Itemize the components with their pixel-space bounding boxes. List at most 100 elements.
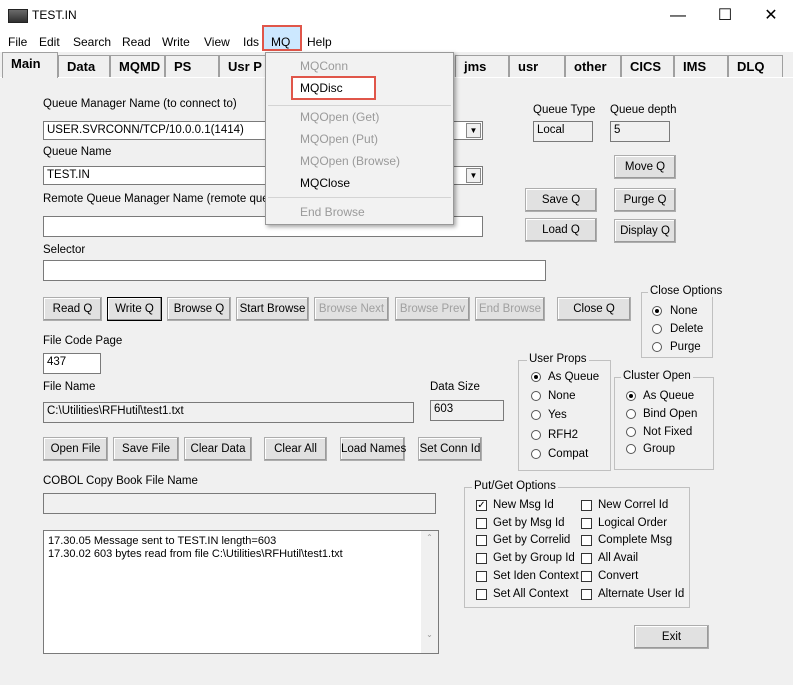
queue-depth-label: Queue depth — [610, 104, 677, 116]
start-browse-button[interactable]: Start Browse — [236, 297, 309, 321]
save-q-button[interactable]: Save Q — [525, 188, 597, 212]
browse-next-button[interactable]: Browse Next — [314, 297, 389, 321]
menu-separator — [268, 105, 451, 106]
tab-data[interactable]: Data — [58, 55, 110, 77]
userprops-yes-label: Yes — [548, 409, 567, 421]
close-purge-radio[interactable] — [652, 342, 662, 352]
maximize-icon[interactable]: ☐ — [702, 4, 748, 28]
cluster-group-radio[interactable] — [626, 444, 636, 454]
logical-order-checkbox[interactable] — [581, 518, 592, 529]
open-file-button[interactable]: Open File — [43, 437, 108, 461]
menu-help[interactable]: Help — [307, 35, 332, 49]
menu-item-mqopen-browse[interactable]: MQOpen (Browse) — [300, 154, 400, 168]
browse-prev-button[interactable]: Browse Prev — [395, 297, 470, 321]
end-browse-button[interactable]: End Browse — [475, 297, 545, 321]
close-delete-radio[interactable] — [652, 324, 662, 334]
tab-cics[interactable]: CICS — [621, 55, 674, 77]
userprops-rfh2-radio[interactable] — [531, 430, 541, 440]
menu-write[interactable]: Write — [162, 35, 190, 49]
save-file-button[interactable]: Save File — [113, 437, 179, 461]
load-q-button[interactable]: Load Q — [525, 218, 597, 242]
new-msg-id-checkbox[interactable]: ✓ — [476, 500, 487, 511]
cluster-bind-open-radio[interactable] — [626, 409, 636, 419]
userprops-as-queue-radio[interactable] — [531, 372, 541, 382]
clear-all-button[interactable]: Clear All — [264, 437, 327, 461]
complete-msg-checkbox[interactable] — [581, 535, 592, 546]
file-code-page-label: File Code Page — [43, 335, 123, 347]
minimize-icon[interactable]: — — [655, 4, 701, 28]
browse-q-button[interactable]: Browse Q — [167, 297, 231, 321]
set-conn-id-button[interactable]: Set Conn Id — [418, 437, 482, 461]
tab-main[interactable]: Main — [2, 52, 58, 78]
menu-item-end-browse[interactable]: End Browse — [300, 205, 365, 219]
write-q-button[interactable]: Write Q — [107, 297, 162, 321]
new-correl-id-checkbox[interactable] — [581, 500, 592, 511]
get-by-msg-id-checkbox[interactable] — [476, 518, 487, 529]
chevron-down-icon[interactable]: ▼ — [466, 123, 481, 138]
menu-bar — [0, 32, 793, 52]
tab-usr[interactable]: usr — [509, 55, 565, 77]
userprops-none-label: None — [548, 390, 576, 402]
menu-edit[interactable]: Edit — [39, 35, 60, 49]
cluster-as-queue-radio[interactable] — [626, 391, 636, 401]
cobol-field — [43, 493, 436, 514]
userprops-yes-radio[interactable] — [531, 410, 541, 420]
menu-ids[interactable]: Ids — [243, 35, 259, 49]
menu-item-mqclose[interactable]: MQClose — [300, 176, 350, 190]
message-log[interactable]: 17.30.05 Message sent to TEST.IN length=… — [43, 530, 439, 654]
tab-ims[interactable]: IMS — [674, 55, 728, 77]
move-q-button[interactable]: Move Q — [614, 155, 676, 179]
queue-type-field: Local — [533, 121, 593, 142]
close-options-title: Close Options — [648, 285, 725, 297]
cluster-not-fixed-radio[interactable] — [626, 427, 636, 437]
new-msg-id-label: New Msg Id — [493, 499, 554, 511]
data-size-field: 603 — [430, 400, 504, 421]
menu-file[interactable]: File — [8, 35, 27, 49]
chevron-down-icon[interactable]: ▼ — [466, 168, 481, 183]
file-code-page-input[interactable]: 437 — [43, 353, 101, 374]
get-by-correlid-checkbox[interactable] — [476, 535, 487, 546]
menu-item-mqopen-get[interactable]: MQOpen (Get) — [300, 110, 379, 124]
close-icon[interactable]: ✕ — [748, 4, 793, 28]
get-by-group-id-label: Get by Group Id — [493, 552, 575, 564]
userprops-compat-radio[interactable] — [531, 449, 541, 459]
read-q-button[interactable]: Read Q — [43, 297, 102, 321]
purge-q-button[interactable]: Purge Q — [614, 188, 676, 212]
all-avail-checkbox[interactable] — [581, 553, 592, 564]
exit-button[interactable]: Exit — [634, 625, 709, 649]
clear-data-button[interactable]: Clear Data — [184, 437, 252, 461]
menu-view[interactable]: View — [204, 35, 230, 49]
file-name-label: File Name — [43, 381, 96, 393]
alternate-user-id-checkbox[interactable] — [581, 589, 592, 600]
set-iden-context-label: Set Iden Context — [493, 570, 579, 582]
app-icon — [8, 9, 28, 23]
get-by-group-id-checkbox[interactable] — [476, 553, 487, 564]
set-all-context-checkbox[interactable] — [476, 589, 487, 600]
log-line: 17.30.05 Message sent to TEST.IN length=… — [48, 535, 277, 547]
load-names-button[interactable]: Load Names — [340, 437, 406, 461]
tab-other[interactable]: other — [565, 55, 621, 77]
menu-item-mqdisc[interactable]: MQDisc — [300, 81, 343, 95]
log-scrollbar[interactable]: ⌃ ⌄ — [421, 531, 438, 653]
menu-item-mqopen-put[interactable]: MQOpen (Put) — [300, 132, 378, 146]
menu-mq[interactable]: MQ — [271, 35, 290, 49]
cluster-as-queue-label: As Queue — [643, 390, 695, 402]
mq-dropdown-menu: MQConn MQDisc MQOpen (Get) MQOpen (Put) … — [265, 52, 454, 225]
chevron-up-icon[interactable]: ⌃ — [421, 533, 438, 542]
userprops-none-radio[interactable] — [531, 391, 541, 401]
tab-dlq[interactable]: DLQ — [728, 55, 783, 77]
display-q-button[interactable]: Display Q — [614, 219, 676, 243]
menu-item-mqconn[interactable]: MQConn — [300, 59, 348, 73]
set-iden-context-checkbox[interactable] — [476, 571, 487, 582]
tab-ps[interactable]: PS — [165, 55, 219, 77]
menu-search[interactable]: Search — [73, 35, 111, 49]
chevron-down-icon[interactable]: ⌄ — [421, 630, 438, 639]
close-none-radio[interactable] — [652, 306, 662, 316]
selector-input[interactable] — [43, 260, 546, 281]
new-correl-id-label: New Correl Id — [598, 499, 669, 511]
menu-read[interactable]: Read — [122, 35, 151, 49]
close-q-button[interactable]: Close Q — [557, 297, 631, 321]
tab-jms[interactable]: jms — [455, 55, 509, 77]
tab-mqmd[interactable]: MQMD — [110, 55, 165, 77]
convert-checkbox[interactable] — [581, 571, 592, 582]
